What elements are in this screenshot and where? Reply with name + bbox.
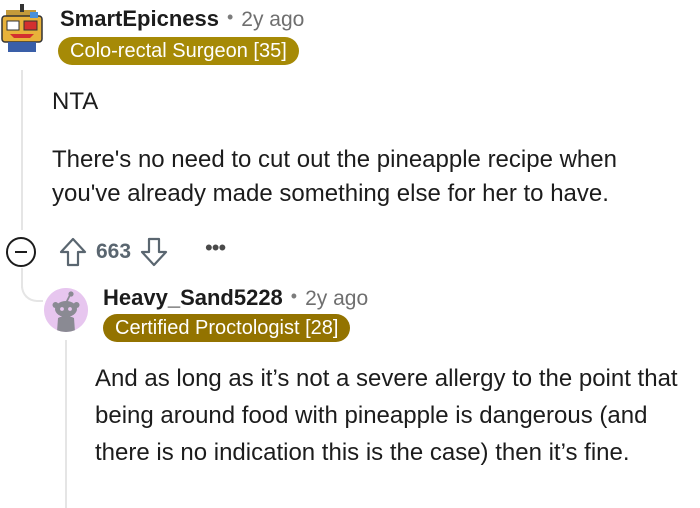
collapse-minus-icon [15,250,27,254]
comment-time[interactable]: 2y ago [241,8,304,32]
user-avatar[interactable] [0,4,44,52]
comment-paragraph: NTA [52,88,99,115]
reply-avatar[interactable] [44,288,88,332]
downvote-arrow-icon[interactable] [139,236,169,268]
comment-header: SmartEpicness • 2y ago [60,6,304,32]
reply-body: And as long as it’s not a severe allergy… [95,365,678,466]
comment-username[interactable]: SmartEpicness [60,6,219,32]
thread-line-reply [65,340,67,508]
user-flair: Colo-rectal Surgeon [35] [58,37,299,65]
reply-header: Heavy_Sand5228 • 2y ago [103,285,368,311]
avatar-robot-icon [0,4,44,52]
reply-username[interactable]: Heavy_Sand5228 [103,285,283,311]
vote-score: 663 [96,240,132,263]
thread-line-parent [21,70,23,230]
collapse-button[interactable] [6,237,36,267]
separator-dot: • [290,286,298,306]
vote-controls: 663 [58,236,169,268]
avatar-snoo-icon [44,288,88,332]
upvote-arrow-icon[interactable] [58,236,88,268]
comment-actions: 663 ••• [6,234,226,270]
reply-flair: Certified Proctologist [28] [103,314,351,342]
comment-body: NTA There's no need to cut out the pinea… [52,85,692,211]
thread-curve [21,270,43,302]
comment-paragraph: There's no need to cut out the pineapple… [52,146,617,207]
more-options-icon[interactable]: ••• [205,235,226,261]
reply-time[interactable]: 2y ago [305,287,368,311]
separator-dot: • [226,7,234,27]
